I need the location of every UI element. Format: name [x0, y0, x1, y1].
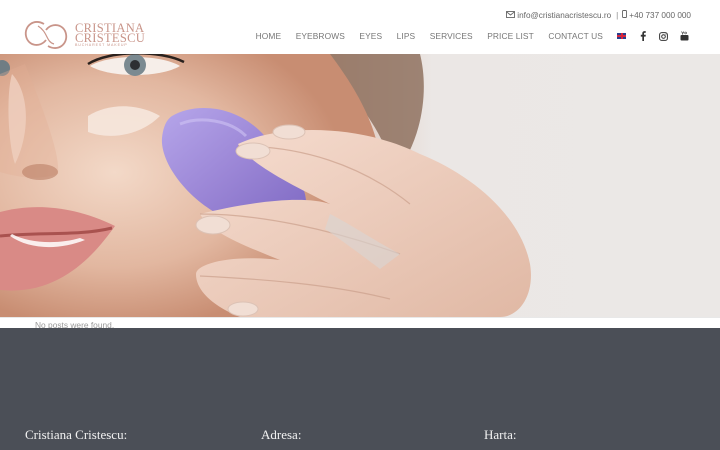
nav-contact-us[interactable]: CONTACT US — [548, 31, 603, 41]
main-nav: HOME EYEBROWS EYES LIPS SERVICES PRICE L… — [241, 31, 689, 41]
nav-price-list[interactable]: PRICE LIST — [487, 31, 534, 41]
footer-heading-map: Harta: — [484, 427, 517, 442]
nav-lips[interactable]: LIPS — [397, 31, 416, 41]
nav-eyebrows[interactable]: EYEBROWS — [296, 31, 345, 41]
site-header: CRISTIANA CRISTESCU BUCHAREST MAKEUP inf… — [0, 0, 720, 54]
logo-text: CRISTIANA CRISTESCU BUCHAREST MAKEUP — [75, 21, 146, 48]
envelope-icon — [506, 10, 516, 20]
content-area: No posts were found. — [0, 317, 720, 330]
uk-flag-icon[interactable] — [617, 33, 626, 39]
mobile-phone-icon — [622, 10, 628, 20]
hero-banner — [0, 54, 720, 317]
instagram-icon[interactable] — [659, 31, 668, 41]
footer-heading-address: Adresa: — [261, 427, 302, 442]
nav-home[interactable]: HOME — [256, 31, 282, 41]
logo-line-2: CRISTESCU — [75, 30, 146, 45]
logo[interactable]: CRISTIANA CRISTESCU BUCHAREST MAKEUP — [22, 20, 145, 50]
contact-phone[interactable]: +40 737 000 000 — [629, 11, 691, 20]
footer-heading-name: Cristiana Cristescu: — [25, 427, 128, 442]
hero-makeup-image — [0, 54, 720, 317]
logo-monogram-icon — [24, 21, 68, 49]
contact-divider: | — [616, 10, 619, 20]
nav-services[interactable]: SERVICES — [430, 31, 473, 41]
site-footer: Cristiana Cristescu: Adresa: Harta: — [0, 328, 720, 450]
youtube-icon[interactable] — [680, 31, 689, 41]
logo-tagline: BUCHAREST MAKEUP — [75, 42, 128, 47]
nav-eyes[interactable]: EYES — [359, 31, 382, 41]
facebook-icon[interactable] — [638, 31, 647, 41]
contact-bar: info@cristianacristescu.ro | +40 737 000… — [506, 10, 691, 20]
contact-email[interactable]: info@cristianacristescu.ro — [517, 11, 611, 20]
